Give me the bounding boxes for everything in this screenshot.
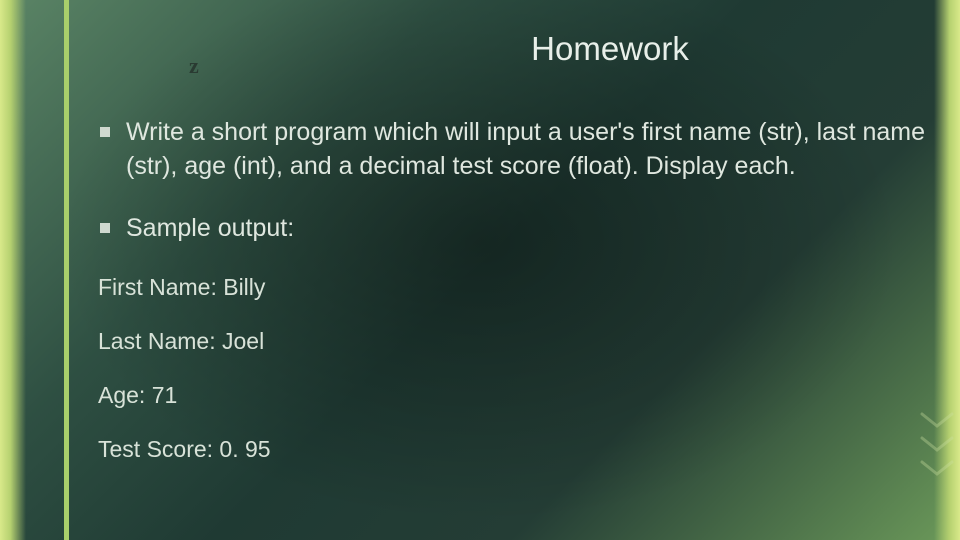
sample-line: Test Score: 0. 95 [98,435,930,465]
slide: z Homework Write a short program which w… [0,0,960,540]
vertical-accent-bar [64,0,69,540]
slide-content: Write a short program which will input a… [98,116,930,489]
edge-gradient-left [0,0,26,540]
sample-line: First Name: Billy [98,273,930,303]
sample-line: Age: 71 [98,381,930,411]
bullet-item: Sample output: [98,212,930,246]
bullet-text: Write a short program which will input a… [126,118,925,180]
bullet-text: Sample output: [126,214,294,242]
slide-title: Homework [0,30,960,68]
bullet-item: Write a short program which will input a… [98,116,930,184]
sample-line: Last Name: Joel [98,327,930,357]
sample-output-block: First Name: Billy Last Name: Joel Age: 7… [98,273,930,465]
